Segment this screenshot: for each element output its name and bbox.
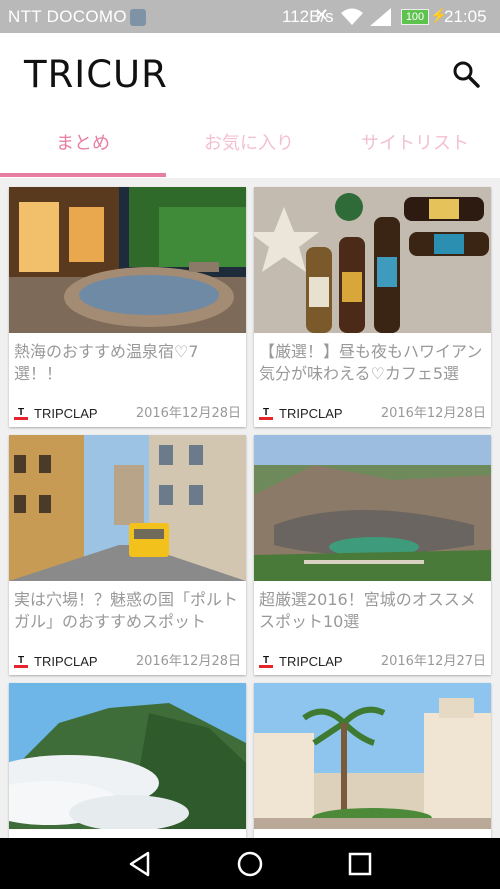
source-name: TRIPCLAP [279, 653, 343, 669]
article-thumbnail [9, 435, 246, 581]
tab-matome[interactable]: まとめ [0, 120, 166, 178]
article-thumbnail [254, 683, 491, 829]
tab-favorites[interactable]: お気に入り [166, 120, 332, 178]
home-icon[interactable] [234, 848, 266, 880]
signal-icon [370, 8, 391, 26]
tripclap-logo-icon: T [14, 655, 28, 668]
navigation-bar [0, 838, 500, 889]
tripclap-logo-icon: T [259, 407, 273, 420]
svg-text:T: T [18, 407, 24, 418]
search-icon[interactable] [452, 60, 480, 88]
article-source: T TRIPCLAP [14, 405, 98, 421]
recents-icon[interactable] [344, 848, 376, 880]
article-thumbnail [9, 683, 246, 829]
clock: 21:05 [444, 7, 487, 26]
article-source: T TRIPCLAP [14, 653, 98, 669]
article-source: T TRIPCLAP [259, 653, 343, 669]
article-title: 熱海のおすすめ温泉宿♡7選！！ [14, 342, 199, 383]
article-card[interactable]: 超厳選2016！宮城のオススメスポット10選 T TRIPCLAP 2016年1… [254, 435, 491, 675]
wifi-icon [341, 8, 363, 25]
battery-icon: 100 [401, 9, 429, 25]
source-name: TRIPCLAP [34, 405, 98, 421]
article-thumbnail [9, 187, 246, 333]
article-card[interactable]: 熱海のおすすめ温泉宿♡7選！！ T TRIPCLAP 2016年12月28日 [9, 187, 246, 427]
svg-text:T: T [18, 655, 24, 666]
article-card[interactable] [9, 683, 246, 838]
mute-icon: ✕ [314, 5, 330, 25]
app-header: TRICUR まとめ お気に入り サイトリスト [0, 33, 500, 178]
article-date: 2016年12月28日 [135, 406, 241, 421]
tab-site-list[interactable]: サイトリスト [332, 120, 498, 178]
app-logo: TRICUR [24, 53, 168, 96]
article-title: 【厳選！】昼も夜もハワイアン気分が味わえる♡カフェ5選 [259, 342, 483, 383]
svg-text:T: T [263, 407, 269, 418]
source-name: TRIPCLAP [34, 653, 98, 669]
article-card[interactable] [254, 683, 491, 838]
article-card[interactable]: 実は穴場！？魅惑の国「ポルトガル」のおすすめスポット T TRIPCLAP 20… [9, 435, 246, 675]
article-date: 2016年12月28日 [135, 654, 241, 669]
article-grid[interactable]: 熱海のおすすめ温泉宿♡7選！！ T TRIPCLAP 2016年12月28日 【… [0, 179, 500, 838]
tab-indicator [0, 173, 166, 177]
tab-bar: まとめ お気に入り サイトリスト [0, 120, 500, 178]
article-date: 2016年12月27日 [380, 654, 486, 669]
article-card[interactable]: 【厳選！】昼も夜もハワイアン気分が味わえる♡カフェ5選 T TRIPCLAP 2… [254, 187, 491, 427]
svg-text:T: T [263, 655, 269, 666]
back-icon[interactable] [124, 848, 156, 880]
article-title: 超厳選2016！宮城のオススメスポット10選 [259, 590, 476, 631]
article-thumbnail [254, 435, 491, 581]
article-thumbnail [254, 187, 491, 333]
source-name: TRIPCLAP [279, 405, 343, 421]
carrier-name: NTT DOCOMO [8, 7, 127, 26]
status-bar: NTT DOCOMO 112B/s ✕ 100 ⚡ 21:05 [0, 0, 500, 33]
article-date: 2016年12月28日 [380, 406, 486, 421]
tripclap-logo-icon: T [259, 655, 273, 668]
usb-icon [130, 9, 146, 26]
article-title: 実は穴場！？魅惑の国「ポルトガル」のおすすめスポット [14, 590, 239, 631]
tripclap-logo-icon: T [14, 407, 28, 420]
article-source: T TRIPCLAP [259, 405, 343, 421]
